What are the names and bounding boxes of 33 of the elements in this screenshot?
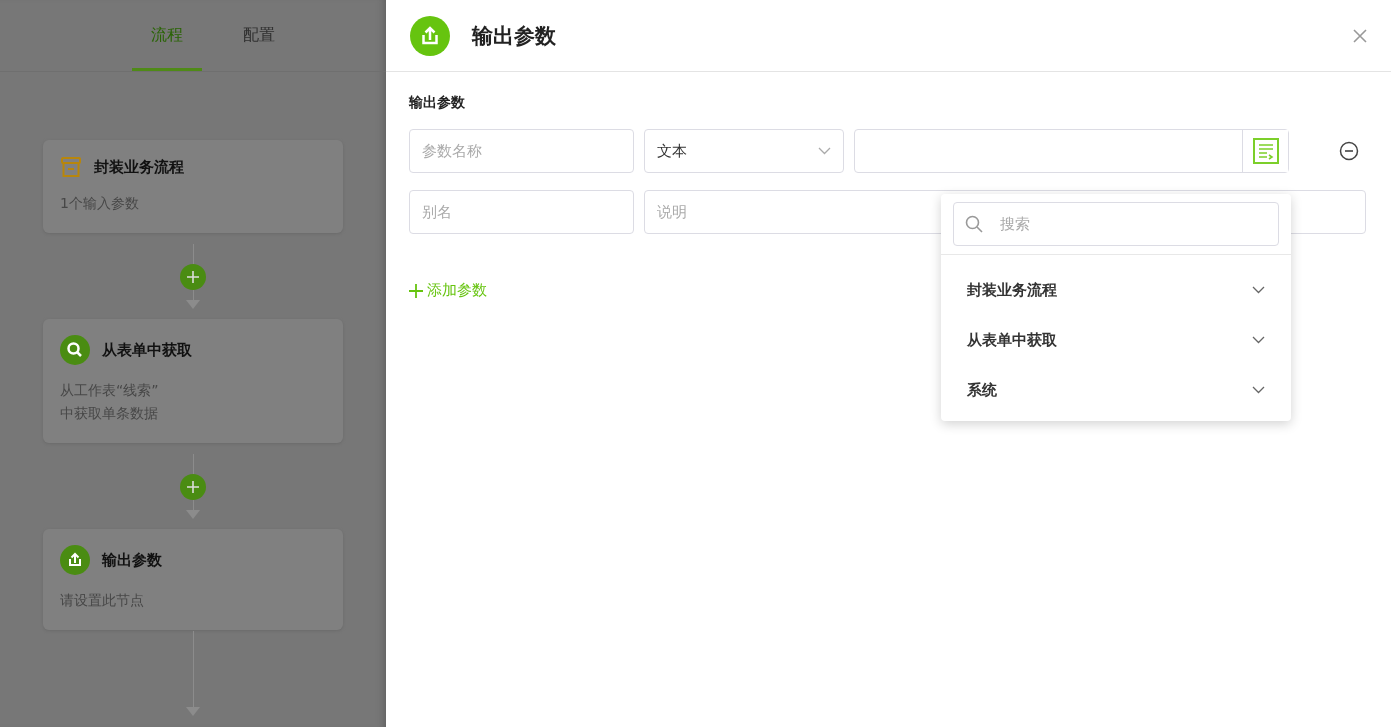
chevron-down-icon: [1252, 336, 1265, 344]
dropdown-group[interactable]: 系统: [941, 365, 1291, 415]
node-title: 输出参数: [102, 550, 162, 570]
search-field[interactable]: 搜索: [953, 202, 1279, 246]
chevron-down-icon: [1252, 286, 1265, 294]
dropdown-group[interactable]: 封装业务流程: [941, 265, 1291, 315]
value-field[interactable]: [854, 129, 1289, 173]
dropdown-group[interactable]: 从表单中获取: [941, 315, 1291, 365]
type-select[interactable]: 文本: [644, 129, 844, 173]
node-title: 从表单中获取: [102, 340, 192, 360]
text-list-icon: [1252, 138, 1279, 164]
archive-box-icon: [60, 156, 82, 178]
drawer-title: 输出参数: [472, 22, 557, 50]
upload-icon: [60, 545, 90, 575]
close-button[interactable]: [1353, 28, 1367, 43]
node-title: 封装业务流程: [94, 157, 184, 177]
name-field[interactable]: 参数名称: [409, 129, 634, 173]
add-node-button[interactable]: [180, 263, 206, 290]
plus-icon: [409, 283, 423, 298]
section-label: 输出参数: [409, 94, 466, 112]
plus-icon: [187, 480, 199, 493]
tab[interactable]: 配置: [224, 0, 294, 71]
remove-circle-icon[interactable]: [1339, 141, 1359, 161]
alias-field[interactable]: 别名: [409, 190, 634, 234]
upload-icon: [410, 15, 450, 56]
search-icon: [60, 335, 90, 365]
chevron-down-icon: [1252, 386, 1265, 394]
search-icon: [965, 215, 983, 233]
chevron-down-icon: [818, 147, 831, 155]
close-icon: [1353, 28, 1367, 43]
add-node-button[interactable]: [180, 473, 206, 500]
plus-icon: [187, 270, 199, 283]
insert-field-button[interactable]: [1242, 130, 1288, 172]
